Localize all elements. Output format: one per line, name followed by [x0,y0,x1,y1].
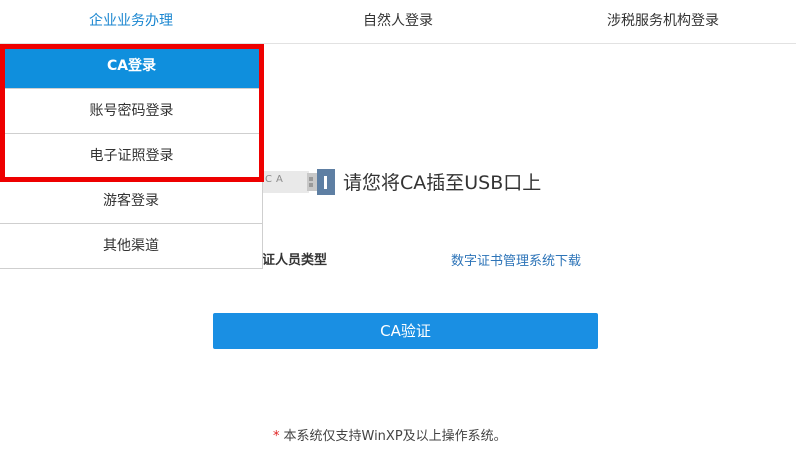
tab-tax-agency-login[interactable]: 涉税服务机构登录 [590,0,736,43]
menu-item-ca-login[interactable]: CA登录 [0,44,263,89]
menu-item-e-license-login[interactable]: 电子证照登录 [0,134,263,179]
cert-manager-download-link[interactable]: 数字证书管理系统下载 [451,250,581,269]
top-tab-bar: 企业业务办理 自然人登录 涉税服务机构登录 [0,0,796,44]
usb-key-icon: CA [263,167,335,197]
os-support-note: * 本系统仅支持WinXP及以上操作系统。 [273,425,507,444]
os-support-text: 本系统仅支持WinXP及以上操作系统。 [283,429,507,444]
menu-item-other-channels[interactable]: 其他渠道 [0,224,263,269]
menu-item-password-login[interactable]: 账号密码登录 [0,89,263,134]
tab-natural-person-login[interactable]: 自然人登录 [327,0,469,43]
tab-enterprise-business[interactable]: 企业业务办理 [60,0,202,43]
cert-type-label: 证人员类型 [262,253,328,268]
usb-key-label: CA [265,174,287,185]
menu-item-guest-login[interactable]: 游客登录 [0,179,263,224]
ca-verify-button[interactable]: CA验证 [213,313,598,349]
insert-ca-prompt: 请您将CA插至USB口上 [343,172,542,194]
required-star: * [273,429,280,444]
